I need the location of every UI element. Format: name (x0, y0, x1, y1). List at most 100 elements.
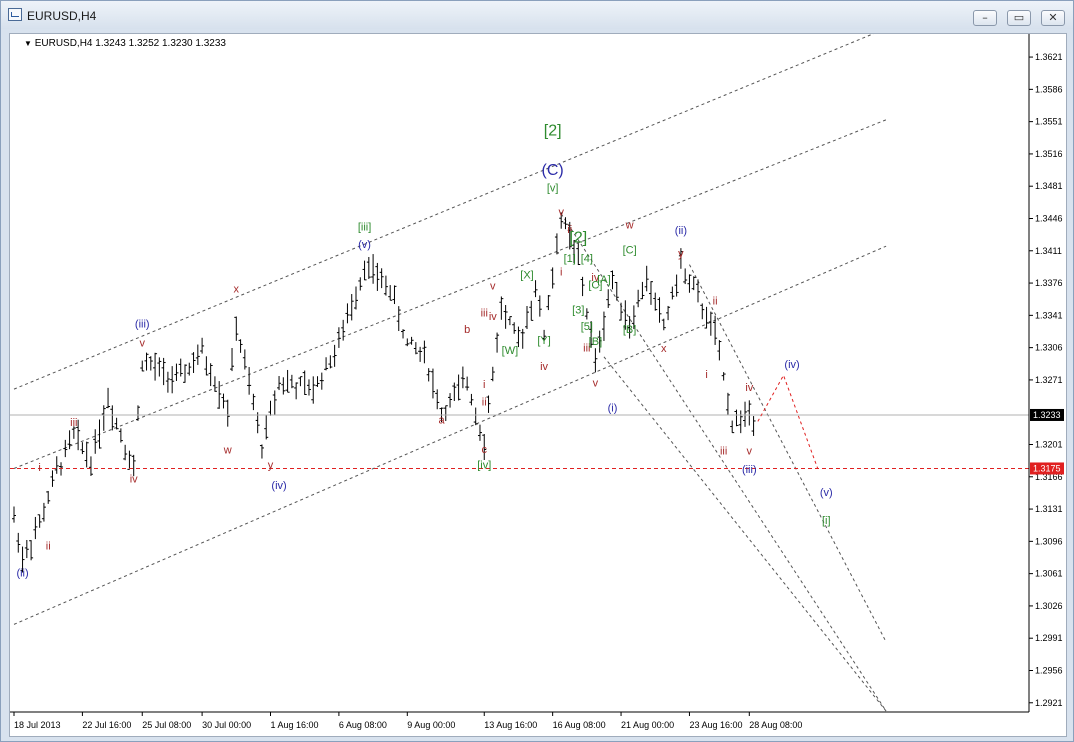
ohlc-bar (636, 289, 641, 308)
ohlc-bar (503, 305, 508, 329)
wave-label: x (661, 343, 667, 355)
ohlc-bar (704, 306, 709, 329)
wave-label: [B] (589, 336, 602, 348)
wave-label: v (558, 207, 564, 219)
price-tick-label: 1.3271 (1035, 375, 1063, 385)
ohlc-bar (418, 346, 423, 362)
ohlc-bar (157, 357, 162, 377)
price-chart[interactable]: (ii) ii i iii iv v (iii) w x y (iv) (v) [iii] a b c [iv]… (9, 33, 1067, 737)
time-tick-label: 13 Aug 16:00 (484, 720, 537, 730)
ohlc-bar (311, 376, 316, 404)
ohlc-bar (661, 318, 666, 331)
ohlc-bar (221, 393, 226, 409)
wave-label: [2] (544, 122, 562, 139)
wave-label: [Y] (537, 335, 550, 347)
ohlc-bar (88, 456, 93, 476)
price-tick-label: 1.3306 (1035, 343, 1063, 353)
wave-label: (iv) (271, 480, 286, 492)
ohlc-bar (700, 303, 705, 320)
channel-line-2 (13, 245, 887, 625)
price-tick-label: 1.3481 (1035, 181, 1063, 191)
wave-label: [v] (547, 183, 559, 195)
ohlc-bar (610, 270, 615, 290)
ohlc-bar (101, 405, 106, 431)
ohlc-bar (191, 352, 196, 373)
ohlc-bar (302, 370, 307, 395)
time-tick-label: 9 Aug 00:00 (407, 720, 455, 730)
close-button[interactable]: ✕ (1041, 10, 1065, 26)
restore-button[interactable]: ▭ (1007, 10, 1031, 26)
ohlc-bar (730, 420, 735, 434)
ohlc-bar (734, 409, 739, 427)
ohlc-bar (212, 376, 217, 392)
ohlc-bar (687, 274, 692, 293)
ohlc-bar (123, 444, 128, 461)
wave-label: (C) (542, 162, 564, 179)
ohlc-bar (584, 308, 589, 320)
ohlc-bar (349, 294, 354, 321)
wave-label: [2] (569, 229, 587, 246)
ohlc-bar (328, 355, 333, 369)
price-tick-label: 1.3201 (1035, 439, 1063, 449)
ohlc-bar (148, 356, 153, 371)
price-tick-label: 1.3551 (1035, 117, 1063, 127)
ohlc-bar (93, 429, 98, 454)
ohlc-bar (234, 316, 239, 341)
minimize-button[interactable]: – (973, 10, 997, 26)
ohlc-bar (601, 311, 606, 341)
price-tick-label: 1.3411 (1035, 246, 1062, 256)
ohlc-bar (84, 441, 89, 468)
ohlc-bar (448, 393, 453, 408)
ohlc-bar (452, 382, 457, 402)
wave-label: [iii] (358, 221, 371, 233)
window-titlebar[interactable]: EURUSD,H4 – ▭ ✕ (1, 1, 1073, 29)
wave-label: [5] (581, 321, 593, 333)
wave-label: [i] (822, 515, 831, 527)
ohlc-bar (401, 329, 406, 339)
ohlc-bar (153, 352, 158, 381)
symbol-ohlc-text: EURUSD,H4 1.3243 1.3252 1.3230 1.3233 (34, 38, 226, 49)
ohlc-bar (375, 262, 380, 291)
wave-label: b (464, 324, 470, 336)
collapse-arrow-icon[interactable]: ▼ (24, 39, 32, 48)
ohlc-bar (230, 348, 235, 372)
chart-canvas[interactable]: (ii)iiiiiiivv(iii)wxy(iv)(v)[iii]abc[iv]… (10, 34, 1066, 736)
ohlc-bar (512, 322, 517, 334)
ohlc-bar (507, 316, 512, 326)
time-tick-label: 25 Jul 08:00 (142, 720, 191, 730)
ohlc-bar (670, 286, 675, 300)
projection-path (757, 374, 819, 469)
time-tick-label: 1 Aug 16:00 (271, 720, 319, 730)
ohlc-bar (46, 490, 51, 504)
ohlc-bar (41, 502, 46, 522)
ohlc-bar (725, 392, 730, 416)
ohlc-bar (554, 233, 559, 255)
price-tick-label: 1.3341 (1035, 310, 1063, 320)
ohlc-bar (520, 328, 525, 349)
price-tick-label: 1.3621 (1035, 52, 1063, 62)
ohlc-bar (319, 372, 324, 390)
wave-label: (v) (820, 487, 833, 499)
ohlc-bar (383, 275, 388, 296)
channel-line-3 (689, 264, 887, 643)
ohlc-bar (405, 338, 410, 347)
wave-label: iii (481, 307, 488, 319)
ohlc-bar (371, 254, 376, 284)
wave-label: [iv] (477, 459, 491, 471)
ohlc-bar (80, 442, 85, 455)
current-price-label: 1.3233 (1033, 410, 1061, 420)
ohlc-bar (537, 295, 542, 317)
ohlc-bar (546, 295, 551, 311)
ohlc-bar (306, 379, 311, 396)
ohlc-bar (648, 281, 653, 305)
ohlc-bar (195, 344, 200, 365)
ohlc-bar (178, 358, 183, 377)
ohlc-bar (422, 340, 427, 364)
ohlc-bar (465, 376, 470, 391)
price-tick-label: 1.2921 (1035, 698, 1063, 708)
ohlc-bar (362, 260, 367, 281)
ohlc-bar (388, 285, 393, 301)
ohlc-bar (691, 276, 696, 291)
ohlc-bar (110, 405, 115, 431)
ohlc-bar (268, 400, 273, 416)
